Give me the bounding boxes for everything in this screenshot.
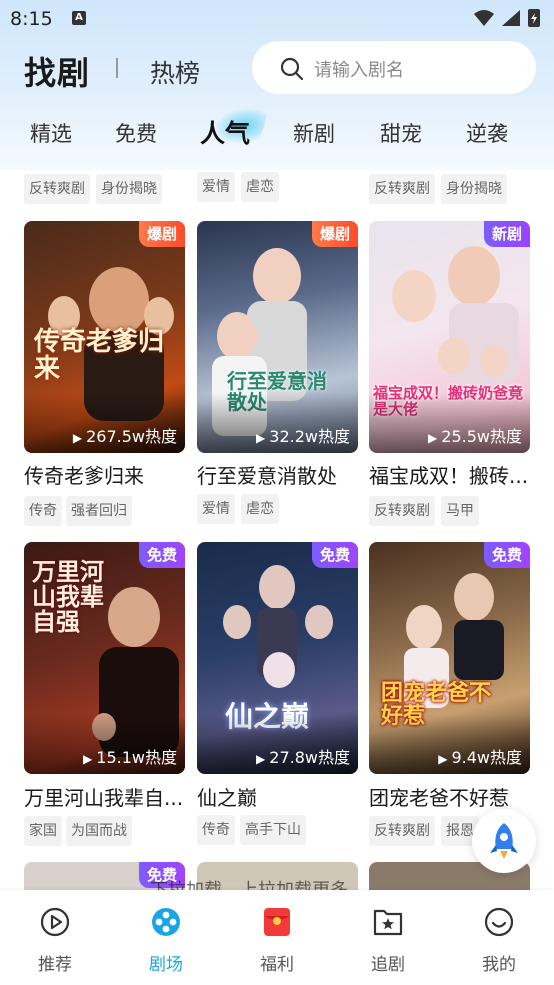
notification-icon: A bbox=[72, 11, 86, 25]
heat-value: 25.5w热度 bbox=[441, 427, 522, 446]
play-circle-icon bbox=[40, 907, 70, 937]
nav-mine[interactable]: 我的 bbox=[444, 890, 554, 985]
free-badge: 免费 bbox=[138, 542, 185, 568]
drama-title[interactable]: 福宝成双！搬砖... bbox=[369, 460, 535, 489]
hot-badge: 爆剧 bbox=[311, 221, 358, 247]
drama-title[interactable]: 行至爱意消散处 bbox=[197, 460, 363, 489]
tab-new[interactable]: 新剧 bbox=[293, 118, 335, 148]
play-icon: ▶ bbox=[438, 752, 448, 766]
drama-card[interactable]: 传奇老爹归来 爆剧 ▶ 267.5w热度 bbox=[24, 221, 185, 453]
nav-label: 追剧 bbox=[371, 955, 405, 975]
search-icon bbox=[280, 57, 304, 81]
drama-tag[interactable]: 反转爽剧 bbox=[369, 816, 435, 846]
nav-welfare[interactable]: 福利 bbox=[222, 890, 332, 985]
heat-value: 27.8w热度 bbox=[269, 748, 350, 767]
drama-title[interactable]: 团宠老爸不好惹 bbox=[369, 782, 535, 811]
drama-tag[interactable]: 反转爽剧 bbox=[369, 174, 435, 204]
nav-following[interactable]: 追剧 bbox=[333, 890, 443, 985]
drama-tag[interactable]: 马甲 bbox=[441, 496, 479, 526]
heat-count: ▶ 15.1w热度 bbox=[83, 744, 177, 768]
drama-tag[interactable]: 传奇 bbox=[24, 496, 62, 526]
drama-title[interactable]: 仙之巅 bbox=[197, 782, 363, 811]
drama-card[interactable]: 团宠老爸不好惹 免费 ▶9.4w热度 bbox=[369, 542, 530, 774]
drama-tag[interactable]: 爱情 bbox=[197, 172, 235, 202]
play-icon: ▶ bbox=[428, 431, 438, 445]
theater-icon bbox=[152, 908, 180, 936]
drama-tag[interactable]: 爱情 bbox=[197, 494, 235, 524]
back-to-top-button[interactable] bbox=[472, 809, 536, 873]
poster-title: 万里河山我辈自强 bbox=[32, 558, 104, 637]
drama-tag[interactable]: 高手下山 bbox=[240, 815, 306, 845]
drama-card[interactable]: 万里河山我辈自强 免费 ▶ 15.1w热度 bbox=[24, 542, 185, 774]
nav-recommend[interactable]: 推荐 bbox=[0, 890, 110, 985]
status-bar: 8:15 A bbox=[0, 0, 554, 36]
tab-free[interactable]: 免费 bbox=[115, 118, 157, 148]
tab-featured[interactable]: 精选 bbox=[30, 118, 72, 148]
drama-card[interactable]: 行至爱意消散处 爆剧 ▶32.2w热度 bbox=[197, 221, 358, 453]
nav-label: 推荐 bbox=[38, 955, 72, 975]
hot-badge: 爆剧 bbox=[138, 221, 185, 247]
heat-count: ▶ 267.5w热度 bbox=[73, 423, 177, 447]
drama-tag[interactable]: 反转爽剧 bbox=[369, 496, 435, 526]
red-envelope-icon bbox=[264, 908, 290, 936]
heat-count: ▶ 32.2w热度 bbox=[256, 423, 350, 447]
play-icon: ▶ bbox=[256, 431, 266, 445]
drama-tag[interactable]: 家国 bbox=[24, 816, 62, 846]
bookmark-folder-icon bbox=[373, 909, 403, 936]
nav-label: 剧场 bbox=[149, 955, 183, 975]
play-icon: ▶ bbox=[83, 752, 93, 766]
drama-tag[interactable]: 传奇 bbox=[197, 815, 235, 845]
drama-tag[interactable]: 虐恋 bbox=[241, 172, 279, 202]
search-input[interactable]: 请输入剧名 bbox=[252, 41, 536, 94]
new-badge: 新剧 bbox=[483, 221, 530, 247]
heat-value: 15.1w热度 bbox=[96, 748, 177, 767]
smile-face-icon bbox=[484, 907, 514, 937]
drama-card[interactable]: 福宝成双！搬砖奶爸竟是大佬 新剧 ▶25.5w热度 bbox=[369, 221, 530, 453]
free-badge: 免费 bbox=[483, 542, 530, 568]
drama-tag[interactable]: 虐恋 bbox=[241, 494, 279, 524]
drama-tag[interactable]: 反转爽剧 bbox=[24, 174, 90, 204]
tab-popular[interactable]: 人气 bbox=[200, 114, 250, 150]
drama-tag[interactable]: 身份揭晓 bbox=[441, 174, 507, 204]
header-divider bbox=[116, 58, 118, 78]
status-time: 8:15 bbox=[10, 8, 53, 30]
nav-label: 我的 bbox=[482, 955, 516, 975]
drama-tag[interactable]: 为国而战 bbox=[66, 816, 132, 846]
play-icon: ▶ bbox=[256, 752, 266, 766]
drama-card[interactable]: 仙之巅 免费 ▶27.8w热度 bbox=[197, 542, 358, 774]
heat-value: 9.4w热度 bbox=[451, 748, 522, 767]
poster-title: 传奇老爹归来 bbox=[34, 327, 165, 385]
free-badge: 免费 bbox=[311, 542, 358, 568]
bottom-navigation: 推荐 剧场 福利 追剧 我的 bbox=[0, 890, 554, 985]
hot-list-tab[interactable]: 热榜 bbox=[150, 54, 200, 90]
drama-tag[interactable]: 强者回归 bbox=[66, 496, 132, 526]
drama-tag[interactable]: 身份揭晓 bbox=[96, 174, 162, 204]
heat-count: ▶ 9.4w热度 bbox=[438, 744, 522, 768]
rocket-icon bbox=[490, 823, 518, 859]
wifi-signal-battery-icons bbox=[474, 9, 540, 27]
heat-count: ▶ 27.8w热度 bbox=[256, 744, 350, 768]
heat-count: ▶ 25.5w热度 bbox=[428, 423, 522, 447]
nav-theater[interactable]: 剧场 bbox=[111, 890, 221, 985]
play-icon: ▶ bbox=[72, 431, 83, 445]
tab-comeback[interactable]: 逆袭 bbox=[466, 118, 508, 148]
heat-value: 267.5w热度 bbox=[86, 427, 177, 446]
heat-value: 32.2w热度 bbox=[269, 427, 350, 446]
drama-title[interactable]: 传奇老爹归来 bbox=[24, 460, 190, 489]
page-title[interactable]: 找剧 bbox=[24, 48, 90, 94]
tab-sweet[interactable]: 甜宠 bbox=[380, 118, 422, 148]
drama-title[interactable]: 万里河山我辈自... bbox=[24, 782, 190, 811]
search-placeholder: 请输入剧名 bbox=[314, 60, 404, 81]
nav-label: 福利 bbox=[260, 955, 294, 975]
